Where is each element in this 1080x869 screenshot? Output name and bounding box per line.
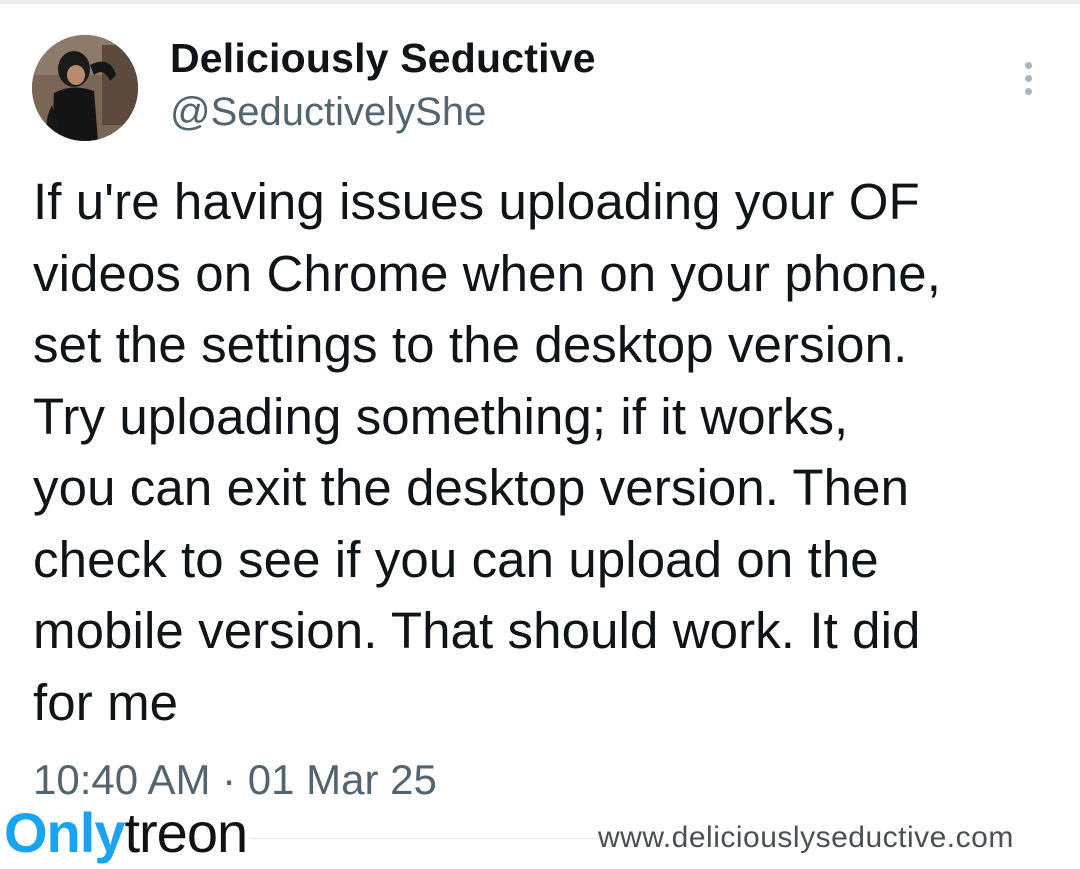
more-options-icon[interactable] xyxy=(1010,56,1046,100)
tweet-text-line: check to see if you can upload on the xyxy=(33,530,879,588)
watermark-logo-only: Only xyxy=(4,801,125,864)
tweet-text-line: you can exit the desktop version. Then xyxy=(33,459,910,516)
tweet-text: If u're having issues uploading your OF … xyxy=(33,166,1063,738)
more-dot xyxy=(1024,87,1032,95)
tweet-text-line: mobile version. That should work. It did xyxy=(33,602,921,659)
tweet-text-line: for me xyxy=(33,673,179,731)
avatar[interactable] xyxy=(32,35,138,141)
user-handle[interactable]: @SeductivelyShe xyxy=(170,88,486,136)
watermark-logo: Onlytreon xyxy=(4,800,248,866)
more-dot xyxy=(1024,74,1032,82)
watermark-url: www.deliciouslyseductive.com xyxy=(598,821,1014,854)
display-name[interactable]: Deliciously Seductive xyxy=(170,34,596,82)
more-dot xyxy=(1024,61,1032,69)
tweet-text-line: set the settings to the desktop version. xyxy=(33,316,908,373)
avatar-image xyxy=(32,35,138,141)
divider xyxy=(250,838,610,839)
tweet-text-line: Try uploading something; if it works, xyxy=(33,387,849,445)
tweet-text-line: videos on Chrome when on your phone, xyxy=(33,244,942,302)
tweet-text-line: If u're having issues uploading your OF xyxy=(33,173,920,230)
top-border xyxy=(0,0,1080,4)
watermark-logo-treon: treon xyxy=(124,801,248,864)
